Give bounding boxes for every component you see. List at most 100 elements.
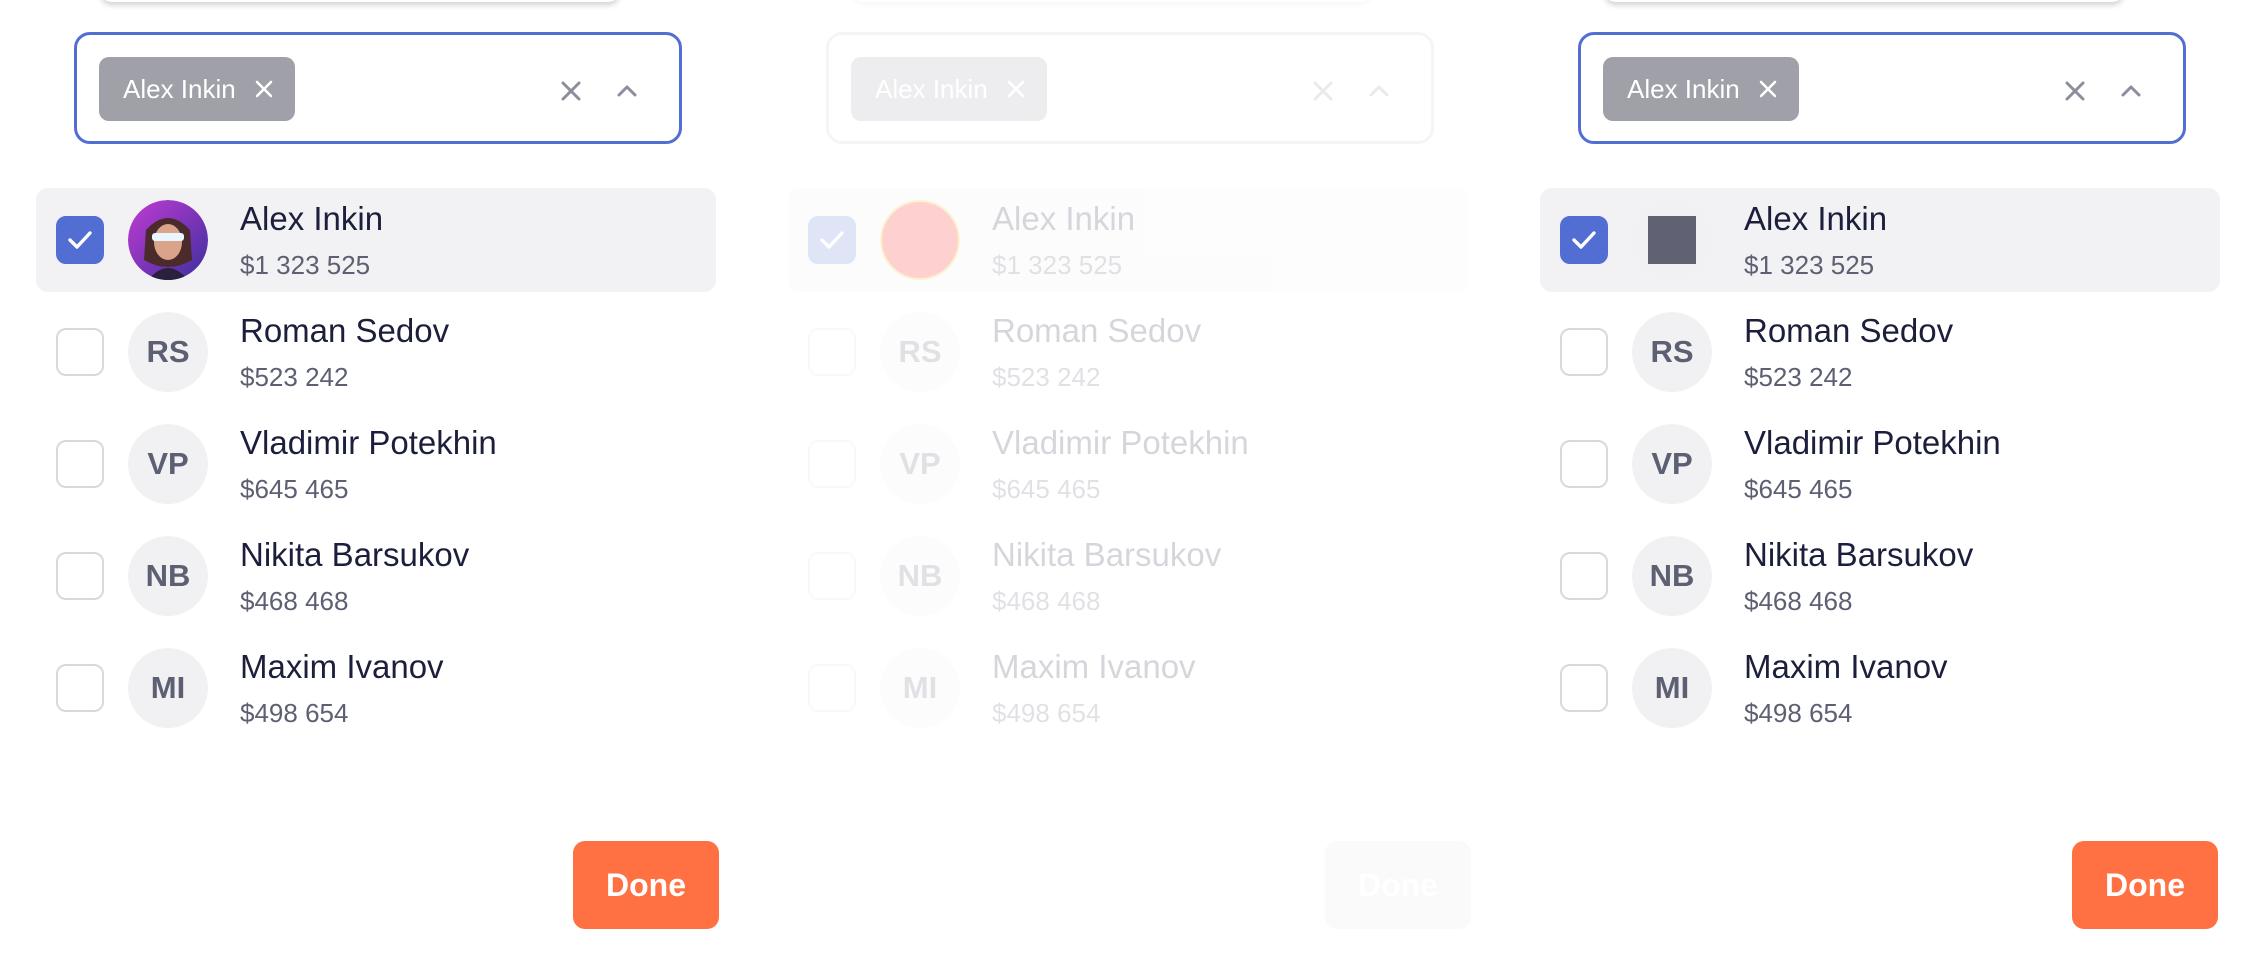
checkbox[interactable] [56, 664, 104, 712]
checkbox[interactable] [808, 216, 856, 264]
item-name: Maxim Ivanov [992, 648, 1196, 685]
dropdown-top-edge [852, 0, 1372, 2]
list-item[interactable]: Alex Inkin $1 323 525 [1540, 188, 2220, 292]
options-list: Alex Inkin $1 323 525 RS Roman Sedov $52… [1540, 188, 2220, 748]
chevron-up-icon[interactable] [1365, 77, 1393, 105]
item-amount: $1 323 525 [240, 250, 371, 280]
multiselect-panel-2-disabled: Alex Inkin Alex Inkin $1 323 525 RS Roma… [752, 0, 1472, 960]
chip-label: Alex Inkin [1627, 73, 1740, 104]
done-button[interactable]: Done [2072, 841, 2218, 929]
multiselect-input[interactable]: Alex Inkin [1578, 32, 2186, 144]
checkbox[interactable] [808, 664, 856, 712]
checkbox[interactable] [56, 440, 104, 488]
check-icon [820, 231, 844, 249]
checkbox[interactable] [1560, 216, 1608, 264]
checkbox[interactable] [808, 440, 856, 488]
chevron-up-icon[interactable] [2117, 77, 2145, 105]
item-name: Roman Sedov [1744, 312, 1954, 349]
close-icon[interactable] [557, 77, 585, 105]
checkbox[interactable] [56, 216, 104, 264]
list-item[interactable]: VP Vladimir Potekhin $645 465 [1540, 412, 2220, 516]
selected-chip[interactable]: Alex Inkin [99, 57, 295, 121]
item-name: Roman Sedov [992, 312, 1202, 349]
avatar-initials: NB [128, 536, 208, 616]
close-icon[interactable] [253, 78, 275, 100]
multiselect-input[interactable]: Alex Inkin [74, 32, 682, 144]
selected-chip[interactable]: Alex Inkin [851, 57, 1047, 121]
done-button[interactable]: Done [1325, 841, 1471, 929]
list-item[interactable]: NB Nikita Barsukov $468 468 [788, 524, 1468, 628]
list-item[interactable]: NB Nikita Barsukov $468 468 [36, 524, 716, 628]
item-name: Roman Sedov [240, 312, 450, 349]
close-icon[interactable] [1309, 77, 1337, 105]
list-item[interactable]: NB Nikita Barsukov $468 468 [1540, 524, 2220, 628]
item-amount: $498 654 [240, 698, 349, 728]
item-amount: $498 654 [992, 698, 1101, 728]
list-item[interactable]: Alex Inkin $1 323 525 [788, 188, 1468, 292]
item-name: Vladimir Potekhin [240, 424, 497, 461]
checkbox[interactable] [1560, 552, 1608, 600]
list-item[interactable]: MI Maxim Ivanov $498 654 [36, 636, 716, 740]
checkbox[interactable] [1560, 328, 1608, 376]
avatar-initials: RS [1632, 312, 1712, 392]
list-item[interactable]: MI Maxim Ivanov $498 654 [1540, 636, 2220, 740]
selected-chip[interactable]: Alex Inkin [1603, 57, 1799, 121]
list-item[interactable]: RS Roman Sedov $523 242 [36, 300, 716, 404]
avatar-placeholder [1632, 200, 1712, 280]
user-photo-icon [128, 200, 208, 280]
avatar-initials: RS [880, 312, 960, 392]
check-icon [1572, 231, 1596, 249]
multiselect-input[interactable]: Alex Inkin [826, 32, 1434, 144]
check-icon [68, 231, 92, 249]
item-name: Vladimir Potekhin [992, 424, 1249, 461]
chevron-up-icon[interactable] [613, 77, 641, 105]
item-amount: $468 468 [1744, 586, 1853, 616]
list-item[interactable]: VP Vladimir Potekhin $645 465 [788, 412, 1468, 516]
list-item[interactable]: Alex Inkin $1 323 525 [36, 188, 716, 292]
avatar-initials: VP [1632, 424, 1712, 504]
item-name: Nikita Barsukov [240, 536, 470, 573]
close-icon[interactable] [1757, 78, 1779, 100]
avatar-initials: VP [880, 424, 960, 504]
avatar-initials: VP [128, 424, 208, 504]
item-amount: $468 468 [240, 586, 349, 616]
avatar-placeholder [880, 200, 960, 280]
close-icon[interactable] [1005, 78, 1027, 100]
done-button[interactable]: Done [573, 841, 719, 929]
item-amount: $645 465 [240, 474, 349, 504]
checkbox[interactable] [56, 552, 104, 600]
dropdown-top-edge [100, 0, 620, 2]
avatar-initials: RS [128, 312, 208, 392]
item-amount: $468 468 [992, 586, 1101, 616]
checkbox[interactable] [808, 552, 856, 600]
close-icon[interactable] [2061, 77, 2089, 105]
chip-label: Alex Inkin [123, 73, 236, 104]
dropdown-top-edge [1604, 0, 2124, 2]
list-item[interactable]: MI Maxim Ivanov $498 654 [788, 636, 1468, 740]
avatar-initials: MI [1632, 648, 1712, 728]
item-amount: $645 465 [1744, 474, 1853, 504]
checkbox[interactable] [808, 328, 856, 376]
checkbox[interactable] [1560, 440, 1608, 488]
item-amount: $523 242 [992, 362, 1101, 392]
item-name: Vladimir Potekhin [1744, 424, 2001, 461]
list-item[interactable]: RS Roman Sedov $523 242 [788, 300, 1468, 404]
checkbox[interactable] [1560, 664, 1608, 712]
item-name: Nikita Barsukov [992, 536, 1222, 573]
item-amount: $1 323 525 [992, 250, 1123, 280]
item-amount: $523 242 [240, 362, 349, 392]
item-name: Maxim Ivanov [240, 648, 444, 685]
square-icon [1648, 216, 1696, 264]
list-item[interactable]: RS Roman Sedov $523 242 [1540, 300, 2220, 404]
item-name: Alex Inkin [992, 200, 1136, 237]
avatar-initials: NB [880, 536, 960, 616]
item-name: Nikita Barsukov [1744, 536, 1974, 573]
multiselect-panel-3: Alex Inkin Alex Inkin $1 323 525 RS Roma… [1504, 0, 2224, 960]
checkbox[interactable] [56, 328, 104, 376]
avatar-photo [128, 200, 208, 280]
options-list: Alex Inkin $1 323 525 RS Roman Sedov $52… [788, 188, 1468, 748]
item-name: Alex Inkin [240, 200, 384, 237]
item-amount: $645 465 [992, 474, 1101, 504]
list-item[interactable]: VP Vladimir Potekhin $645 465 [36, 412, 716, 516]
avatar-initials: MI [880, 648, 960, 728]
